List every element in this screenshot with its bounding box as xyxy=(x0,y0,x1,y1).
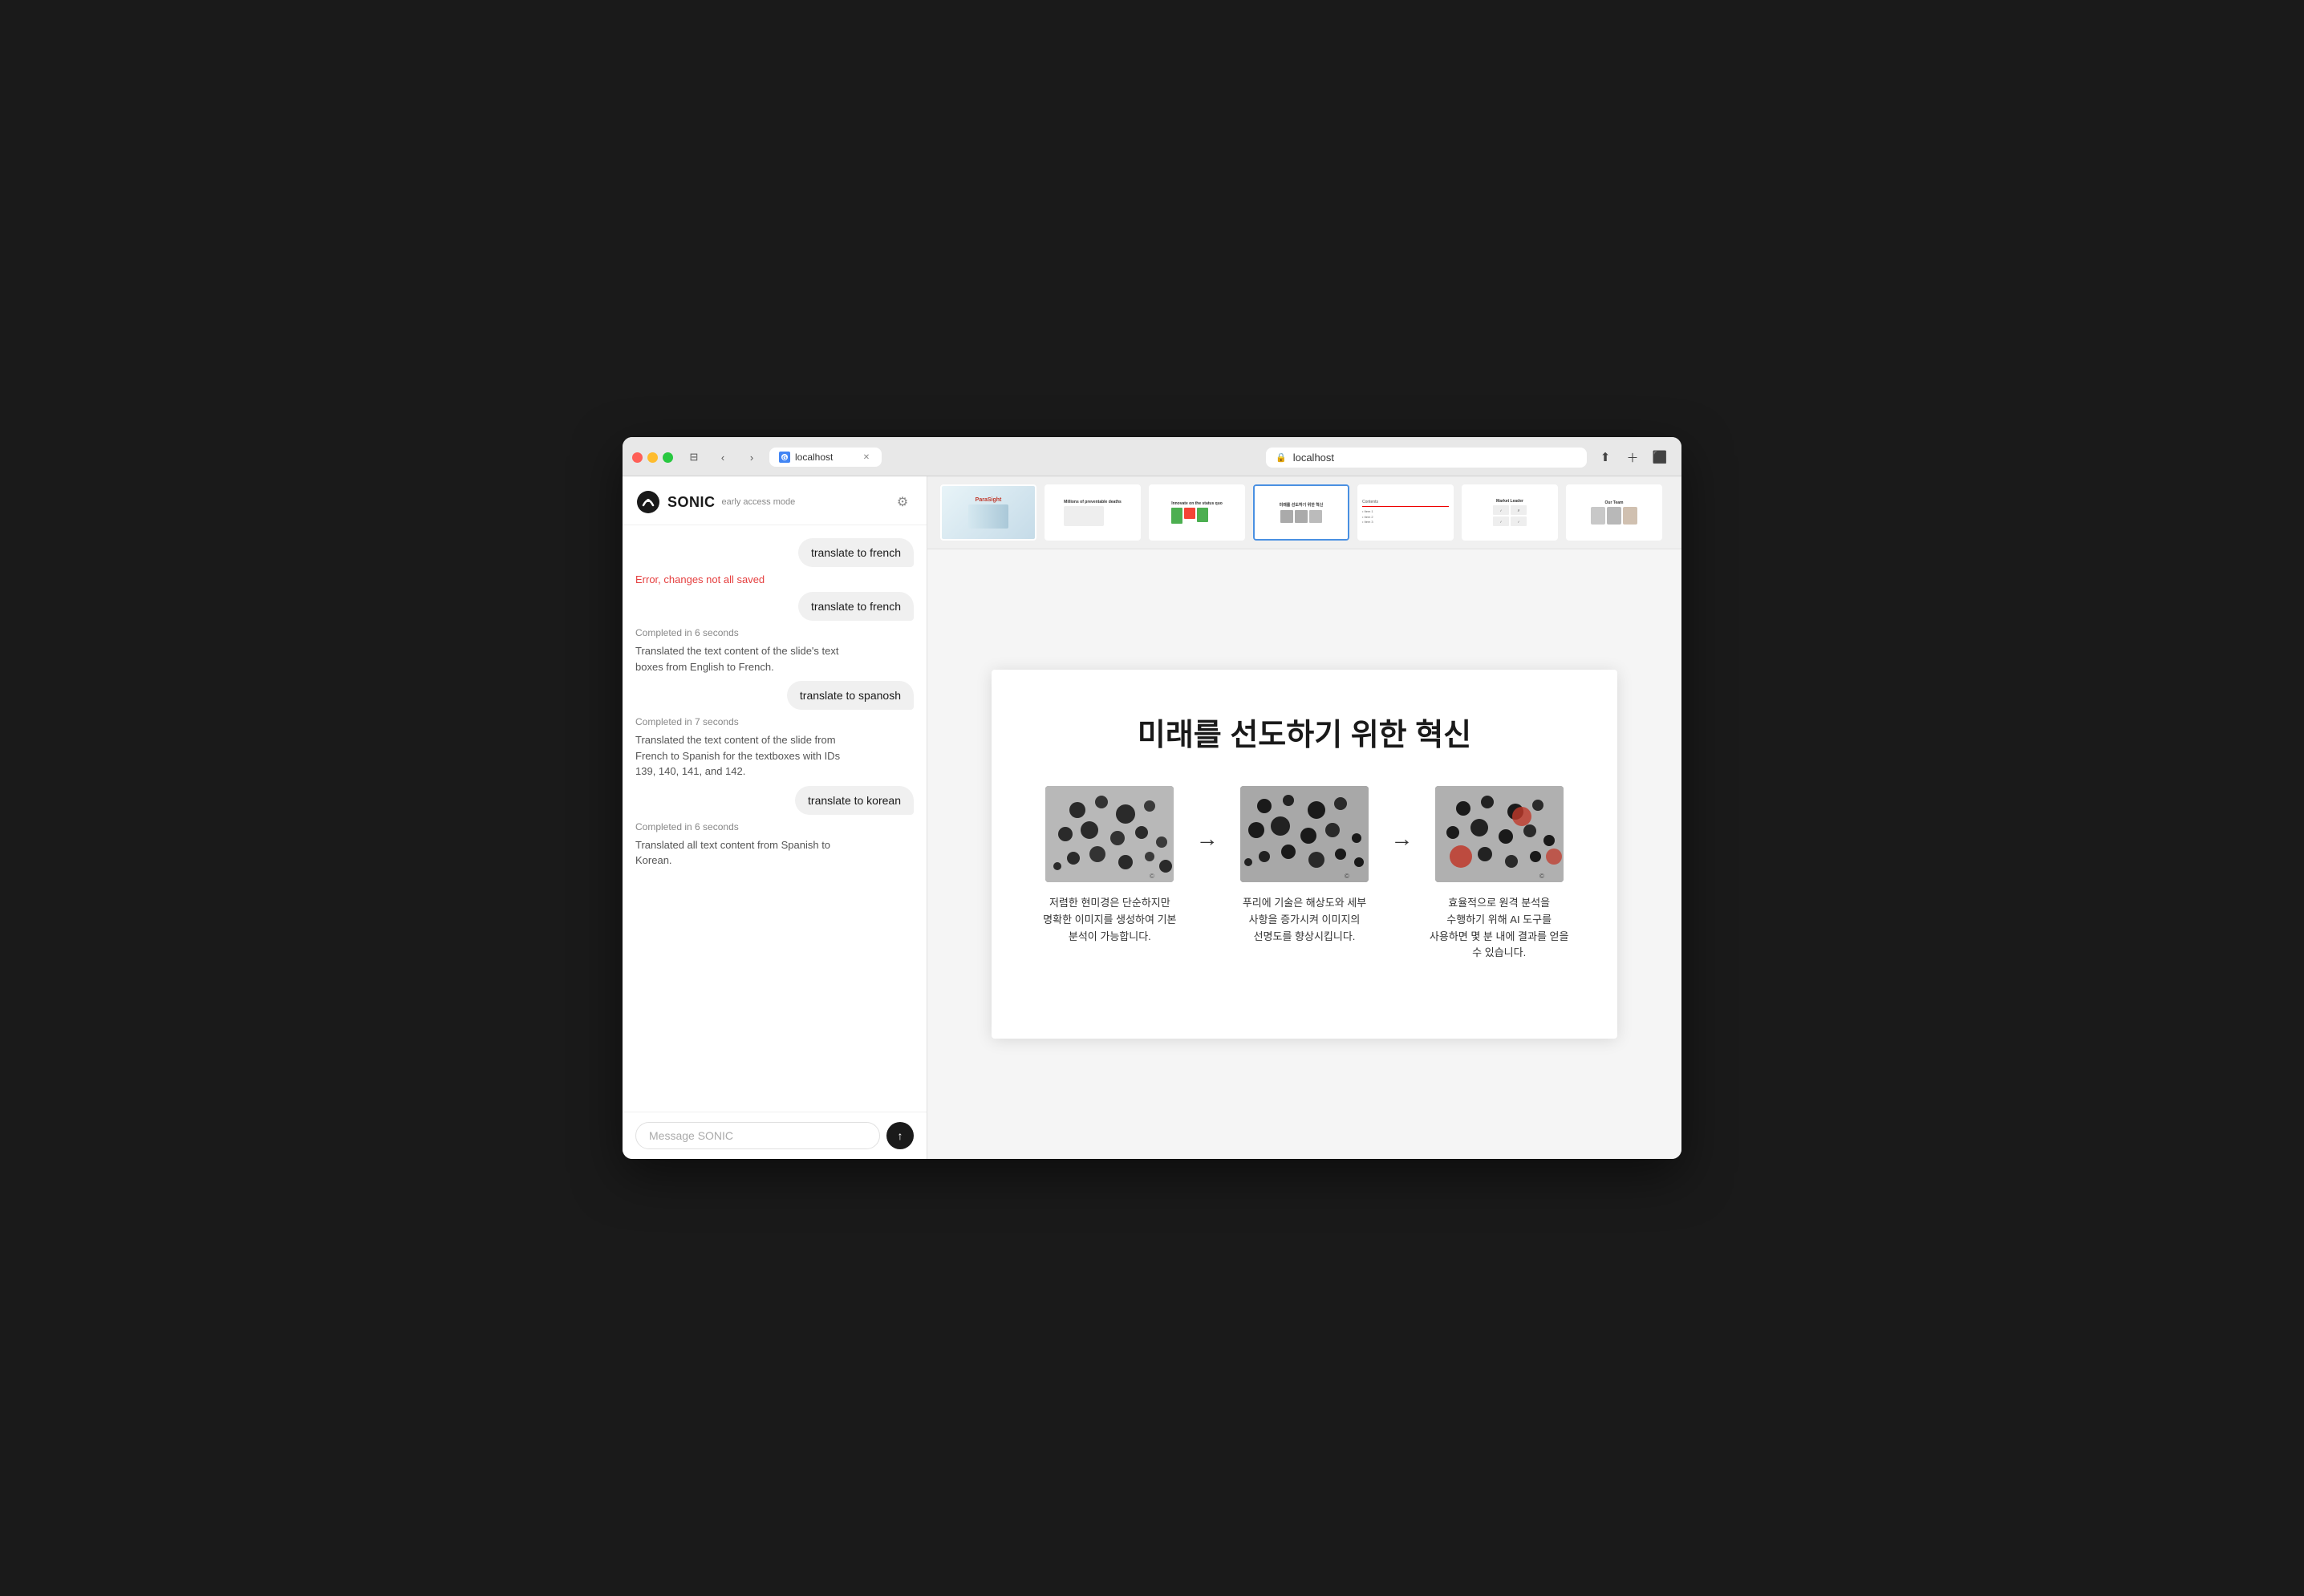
sidebar: SONIC early access mode ⚙ translate to f… xyxy=(623,476,927,1159)
toolbar-share-icon[interactable]: ⬆ xyxy=(1593,445,1617,469)
error-message: Error, changes not all saved xyxy=(635,573,765,585)
system-message-1: Translated the text content of the slide… xyxy=(635,643,860,674)
svg-text:©: © xyxy=(1150,873,1154,880)
completion-group-2: Completed in 7 seconds Translated the te… xyxy=(635,716,914,780)
logo-area: SONIC early access mode xyxy=(635,489,795,515)
slide-thumbnail-1[interactable]: ParaSight xyxy=(940,484,1036,541)
completed-label-3: Completed in 6 seconds xyxy=(635,821,914,832)
slide-content: © 저렴한 현미경은 단순하지만 명확한 이미지를 생성하여 기본 분석이 가능… xyxy=(1040,786,1569,962)
slide-title: 미래를 선도하기 위한 혁신 xyxy=(1040,710,1569,754)
step-caption-1: 저렴한 현미경은 단순하지만 명확한 이미지를 생성하여 기본 분석이 가능합니… xyxy=(1040,895,1180,945)
slide-thumbnails[interactable]: ParaSight Millions of preventable deaths xyxy=(927,476,1681,549)
forward-button[interactable]: › xyxy=(740,446,763,468)
tab-label: localhost xyxy=(795,452,833,463)
toolbar-add-tab-icon[interactable]: ＋ xyxy=(1621,445,1645,469)
settings-button[interactable]: ⚙ xyxy=(891,491,914,513)
maximize-button[interactable] xyxy=(663,452,673,463)
chat-input-area: ↑ xyxy=(623,1112,927,1159)
active-slide: 미래를 선도하기 위한 혁신 xyxy=(992,670,1617,1039)
close-button[interactable] xyxy=(632,452,643,463)
svg-text:©: © xyxy=(1345,873,1349,880)
address-bar[interactable]: 🔒 localhost xyxy=(1266,448,1587,468)
app-layout: SONIC early access mode ⚙ translate to f… xyxy=(623,476,1681,1159)
sonic-logo-icon xyxy=(635,489,661,515)
send-button[interactable]: ↑ xyxy=(886,1122,914,1149)
completed-label-1: Completed in 6 seconds xyxy=(635,627,914,638)
svg-text:G: G xyxy=(782,456,787,461)
url-text: localhost xyxy=(1293,452,1334,464)
back-button[interactable]: ‹ xyxy=(712,446,734,468)
sidebar-toggle-button[interactable]: ⊟ xyxy=(683,446,705,468)
slide-thumbnail-4[interactable]: 미래를 선도하기 위한 혁신 xyxy=(1253,484,1349,541)
slide-thumbnail-2[interactable]: Millions of preventable deaths xyxy=(1045,484,1141,541)
slide-thumbnail-5[interactable]: Contents • Item 1• Item 2• Item 3 xyxy=(1357,484,1454,541)
tab-favicon: G xyxy=(779,452,790,463)
slide-thumbnail-6[interactable]: Market Leader ✓ ✗ ✓ ✓ xyxy=(1462,484,1558,541)
tab-close-button[interactable]: ✕ xyxy=(861,452,872,463)
completion-group-3: Completed in 6 seconds Translated all te… xyxy=(635,821,914,869)
user-message-2: translate to french xyxy=(798,592,914,621)
completion-group-1: Completed in 6 seconds Translated the te… xyxy=(635,627,914,674)
traffic-lights xyxy=(632,452,673,463)
user-message-1: translate to french xyxy=(798,538,914,567)
system-message-2: Translated the text content of the slide… xyxy=(635,732,860,780)
step-caption-3: 효율적으로 원격 분석을 수행하기 위해 AI 도구를 사용하면 몇 분 내에 … xyxy=(1429,895,1569,962)
active-tab[interactable]: G localhost ✕ xyxy=(769,448,882,467)
browser-chrome: ⊟ ‹ › G localhost ✕ 🔒 localhost ⬆ ＋ ⬛ xyxy=(623,437,1681,476)
step-image-2: © xyxy=(1240,786,1369,882)
system-message-3: Translated all text content from Spanish… xyxy=(635,837,860,869)
slide-step-1: © 저렴한 현미경은 단순하지만 명확한 이미지를 생성하여 기본 분석이 가능… xyxy=(1040,786,1180,945)
minimize-button[interactable] xyxy=(647,452,658,463)
step-image-1: © xyxy=(1045,786,1174,882)
slide-view: 미래를 선도하기 위한 혁신 xyxy=(927,549,1681,1159)
early-access-badge: early access mode xyxy=(722,497,796,507)
completed-label-2: Completed in 7 seconds xyxy=(635,716,914,727)
step-image-3: © xyxy=(1435,786,1564,882)
browser-toolbar: ⬆ ＋ ⬛ xyxy=(1593,445,1672,469)
lock-icon: 🔒 xyxy=(1276,452,1287,463)
browser-window: ⊟ ‹ › G localhost ✕ 🔒 localhost ⬆ ＋ ⬛ xyxy=(623,437,1681,1159)
toolbar-tabs-icon[interactable]: ⬛ xyxy=(1648,445,1672,469)
svg-text:©: © xyxy=(1539,873,1544,880)
step-caption-2: 푸리에 기술은 해상도와 세부 사항을 증가시켜 이미지의 선명도를 향상시킵니… xyxy=(1235,895,1375,945)
message-input[interactable] xyxy=(635,1122,880,1149)
slide-step-2: © 푸리에 기술은 해상도와 세부 사항을 증가시켜 이미지의 선명도를 향상시… xyxy=(1235,786,1375,945)
user-message-4: translate to korean xyxy=(795,786,914,815)
slide-thumbnail-3[interactable]: Innovate on the status quo xyxy=(1149,484,1245,541)
chat-area[interactable]: translate to french Error, changes not a… xyxy=(623,525,927,1112)
user-message-3: translate to spanosh xyxy=(787,681,914,710)
main-content: ParaSight Millions of preventable deaths xyxy=(927,476,1681,1159)
arrow-2: → xyxy=(1390,826,1413,852)
arrow-1: → xyxy=(1196,826,1219,852)
slide-step-3: © 효율적으로 원격 분석을 수행하기 위해 AI 도구를 사용하면 몇 분 내… xyxy=(1429,786,1569,962)
logo-text: SONIC xyxy=(667,494,716,511)
slide-thumbnail-7[interactable]: Our Team xyxy=(1566,484,1662,541)
tab-bar: G localhost ✕ xyxy=(769,448,1259,467)
sidebar-header: SONIC early access mode ⚙ xyxy=(623,476,927,525)
